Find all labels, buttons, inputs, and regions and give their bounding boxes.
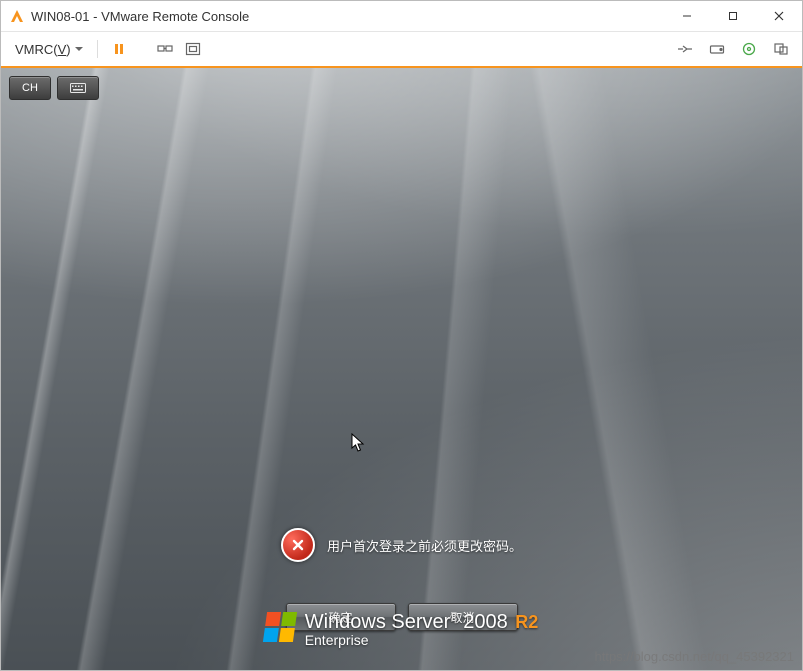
brand-windows: Windows (305, 611, 386, 633)
pause-dropdown[interactable] (136, 38, 148, 60)
vmrc-menu-label: VMRC(V) (15, 42, 71, 57)
window-title: WIN08-01 - VMware Remote Console (31, 9, 249, 24)
login-message-text: 用户首次登录之前必须更改密码。 (327, 536, 522, 555)
pause-button[interactable] (108, 38, 130, 60)
keyboard-icon (70, 83, 86, 93)
titlebar: WIN08-01 - VMware Remote Console (1, 1, 802, 32)
os-branding: Windows Server® 2008 R2 Enterprise (1, 612, 802, 648)
guest-screen[interactable]: CH 用户首次登录之前必须更改密码。 确定 取消 (1, 68, 802, 670)
brand-edition: Enterprise (305, 633, 539, 648)
separator (97, 40, 98, 58)
error-icon (281, 528, 315, 562)
disc-icon[interactable] (738, 38, 760, 60)
ime-indicator[interactable]: CH (9, 76, 51, 100)
mouse-cursor-icon (351, 433, 365, 453)
windows-logo-icon (263, 612, 297, 642)
toolbar: VMRC(V) (1, 32, 802, 68)
vmrc-menu[interactable]: VMRC(V) (11, 39, 87, 60)
send-cad-button[interactable] (154, 38, 176, 60)
keyboard-indicator[interactable] (57, 76, 99, 100)
minimize-button[interactable] (664, 1, 710, 31)
fullscreen-button[interactable] (182, 38, 204, 60)
watermark: https://blog.csdn.net/qq_45392321 (595, 649, 795, 664)
vmware-remote-console-window: WIN08-01 - VMware Remote Console VMRC(V) (0, 0, 803, 671)
chevron-down-icon (75, 47, 83, 51)
drive-icon[interactable] (706, 38, 728, 60)
connect-icon[interactable] (674, 38, 696, 60)
brand-year: 2008 (463, 611, 508, 633)
vmware-icon (9, 8, 25, 24)
login-message: 用户首次登录之前必须更改密码。 (1, 528, 802, 562)
close-button[interactable] (756, 1, 802, 31)
brand-r2: R2 (515, 612, 538, 632)
brand-server: Server (391, 611, 450, 633)
devices-icon[interactable] (770, 38, 792, 60)
maximize-button[interactable] (710, 1, 756, 31)
